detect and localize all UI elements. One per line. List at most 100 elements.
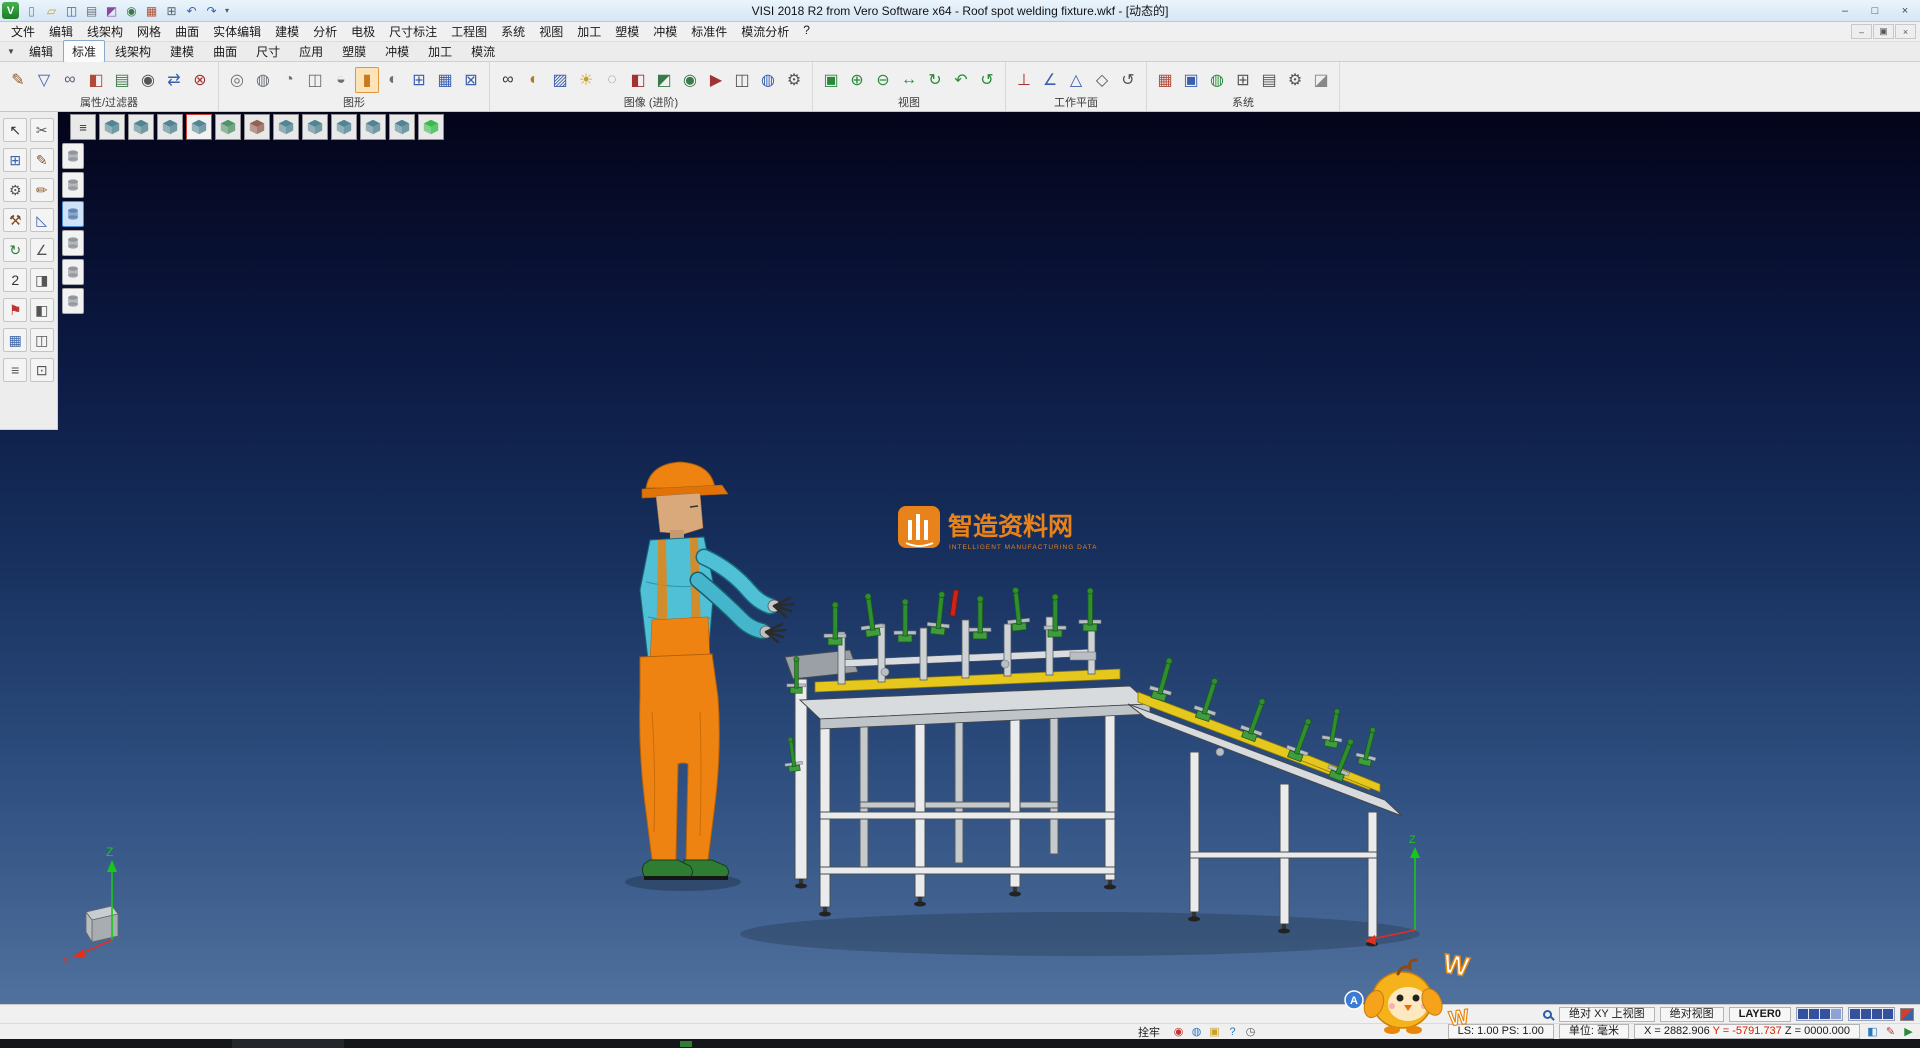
status-layer[interactable]: LAYER0 <box>1729 1007 1791 1022</box>
menu-file[interactable]: 文件 <box>4 22 42 41</box>
mdi-close-button[interactable]: × <box>1895 24 1916 39</box>
menu-system[interactable]: 系统 <box>494 22 532 41</box>
status-units[interactable]: 单位: 毫米 <box>1559 1024 1629 1039</box>
light-icon[interactable]: ☀ <box>574 67 598 93</box>
view-back-button[interactable] <box>215 114 241 140</box>
rotate-view-icon[interactable]: ↻ <box>923 67 947 93</box>
print-button[interactable]: ▤ <box>82 2 101 20</box>
doc-copy-icon[interactable]: ⊡ <box>30 358 54 382</box>
status-view-mode[interactable]: 绝对 XY 上视图 <box>1559 1007 1655 1022</box>
zoom-fit-icon[interactable]: ▣ <box>819 67 843 93</box>
search-icon[interactable] <box>1543 1010 1552 1019</box>
shaded-view-icon[interactable]: ◔ <box>277 67 301 93</box>
mascot-widget[interactable]: A W W <box>1330 936 1500 1048</box>
plot-config-button[interactable]: ◩ <box>102 2 121 20</box>
view-iso2-button[interactable] <box>302 114 328 140</box>
tab-surface[interactable]: 曲面 <box>204 40 246 63</box>
section-view-icon[interactable]: ◧ <box>626 67 650 93</box>
close-button[interactable]: × <box>1890 0 1920 22</box>
menu-mold[interactable]: 塑模 <box>608 22 646 41</box>
trim-scissors-icon[interactable]: ✂ <box>30 118 54 142</box>
pen-edit-icon[interactable]: ✏ <box>30 178 54 202</box>
cylinder-display-icon[interactable]: ◫ <box>303 67 327 93</box>
layer-filter-icon[interactable]: ▤ <box>110 67 134 93</box>
calculator-button[interactable]: ⊞ <box>162 2 181 20</box>
monitor-icon[interactable]: ▣ <box>1179 67 1203 93</box>
menu-help[interactable]: ? <box>796 22 817 41</box>
tab-die[interactable]: 冲模 <box>376 40 418 63</box>
tab-standard[interactable]: 标准 <box>63 40 105 63</box>
mdi-minimize-button[interactable]: – <box>1851 24 1872 39</box>
globe-icon[interactable]: ◍ <box>1189 1025 1204 1039</box>
tab-machining[interactable]: 加工 <box>419 40 461 63</box>
flag-mark-icon[interactable]: ⚑ <box>3 298 27 322</box>
table-grid-icon[interactable]: ▦ <box>3 328 27 352</box>
menu-edit[interactable]: 编辑 <box>42 22 80 41</box>
new-file-button[interactable]: ▯ <box>22 2 41 20</box>
grid-snap-icon[interactable]: ⊞ <box>3 148 27 172</box>
menu-standard-parts[interactable]: 标准件 <box>684 22 734 41</box>
refresh-view-icon[interactable]: ↺ <box>975 67 999 93</box>
screenshot-button[interactable]: ◉ <box>122 2 141 20</box>
element-select-icon[interactable]: ◉ <box>136 67 160 93</box>
system-settings-icon[interactable]: ⚙ <box>1283 67 1307 93</box>
menu-modeling[interactable]: 建模 <box>268 22 306 41</box>
animation-icon[interactable]: ▶ <box>704 67 728 93</box>
clear-filter-icon[interactable]: ⊗ <box>188 67 212 93</box>
filter-icon[interactable]: ▽ <box>32 67 56 93</box>
triangle-ruler-icon[interactable]: ◺ <box>30 208 54 232</box>
layer-button-6[interactable] <box>62 288 84 314</box>
half-shade-icon[interactable]: ◨ <box>30 268 54 292</box>
maximize-button[interactable]: □ <box>1860 0 1890 22</box>
menu-electrode[interactable]: 电极 <box>344 22 382 41</box>
redo-button[interactable]: ↷ <box>202 2 221 20</box>
database-grid-icon[interactable]: ▦ <box>433 67 457 93</box>
minimize-button[interactable]: – <box>1830 0 1860 22</box>
workplane-angle-icon[interactable]: ∠ <box>1038 67 1062 93</box>
camera-icon[interactable]: ◉ <box>678 67 702 93</box>
layers-stack-icon[interactable]: ≡ <box>3 358 27 382</box>
pan-view-icon[interactable]: ↔ <box>897 67 921 93</box>
gear-icon[interactable]: ⚙ <box>3 178 27 202</box>
view-right-button[interactable] <box>186 114 212 140</box>
swap-filter-icon[interactable]: ⇄ <box>162 67 186 93</box>
previous-view-icon[interactable]: ↶ <box>949 67 973 93</box>
os-taskbar[interactable] <box>0 1039 1920 1048</box>
globe-icon[interactable]: ◍ <box>1205 67 1229 93</box>
menu-surface[interactable]: 曲面 <box>168 22 206 41</box>
view-list-button[interactable]: ≡ <box>70 114 96 140</box>
menu-machining[interactable]: 加工 <box>570 22 608 41</box>
workplane-display-icon[interactable]: ◪ <box>1309 67 1333 93</box>
view-cube-icon[interactable]: ◧ <box>1865 1025 1880 1039</box>
angle-measure-icon[interactable]: ∠ <box>30 238 54 262</box>
undo-button[interactable]: ↶ <box>182 2 201 20</box>
view-top-button[interactable] <box>128 114 154 140</box>
link-elements-icon[interactable]: ∞ <box>58 67 82 93</box>
view-shaded-button[interactable] <box>418 114 444 140</box>
tab-modeling[interactable]: 建模 <box>161 40 203 63</box>
database-check-icon[interactable]: ⊠ <box>459 67 483 93</box>
view-custom-button[interactable] <box>389 114 415 140</box>
lock-icon[interactable]: ◉ <box>1171 1025 1186 1039</box>
menu-mesh[interactable]: 网格 <box>130 22 168 41</box>
stereo-view-icon[interactable]: ◫ <box>730 67 754 93</box>
workplane-view-icon[interactable]: ◇ <box>1090 67 1114 93</box>
menu-drawing[interactable]: 工程图 <box>444 22 494 41</box>
environment-icon[interactable]: ◍ <box>756 67 780 93</box>
zoom-out-icon[interactable]: ⊖ <box>871 67 895 93</box>
glasses-icon[interactable]: ∞ <box>496 67 520 93</box>
tab-dimension[interactable]: 尺寸 <box>247 40 289 63</box>
status-absolute-view[interactable]: 绝对视图 <box>1660 1007 1724 1022</box>
color-grid-icon[interactable]: ▦ <box>1153 67 1177 93</box>
attribute-brush-icon[interactable]: ✎ <box>6 67 30 93</box>
zoom-in-icon[interactable]: ⊕ <box>845 67 869 93</box>
redline-icon[interactable]: ✎ <box>1883 1025 1898 1039</box>
menu-moldflow[interactable]: 模流分析 <box>734 22 796 41</box>
tab-application[interactable]: 应用 <box>290 40 332 63</box>
menu-die[interactable]: 冲模 <box>646 22 684 41</box>
cube-part-icon[interactable]: ◧ <box>30 298 54 322</box>
quick-access-caret[interactable]: ▾ <box>221 6 233 15</box>
menu-wireframe[interactable]: 线架构 <box>80 22 130 41</box>
layer-button-2[interactable] <box>62 172 84 198</box>
hammer-tool-icon[interactable]: ⚒ <box>3 208 27 232</box>
